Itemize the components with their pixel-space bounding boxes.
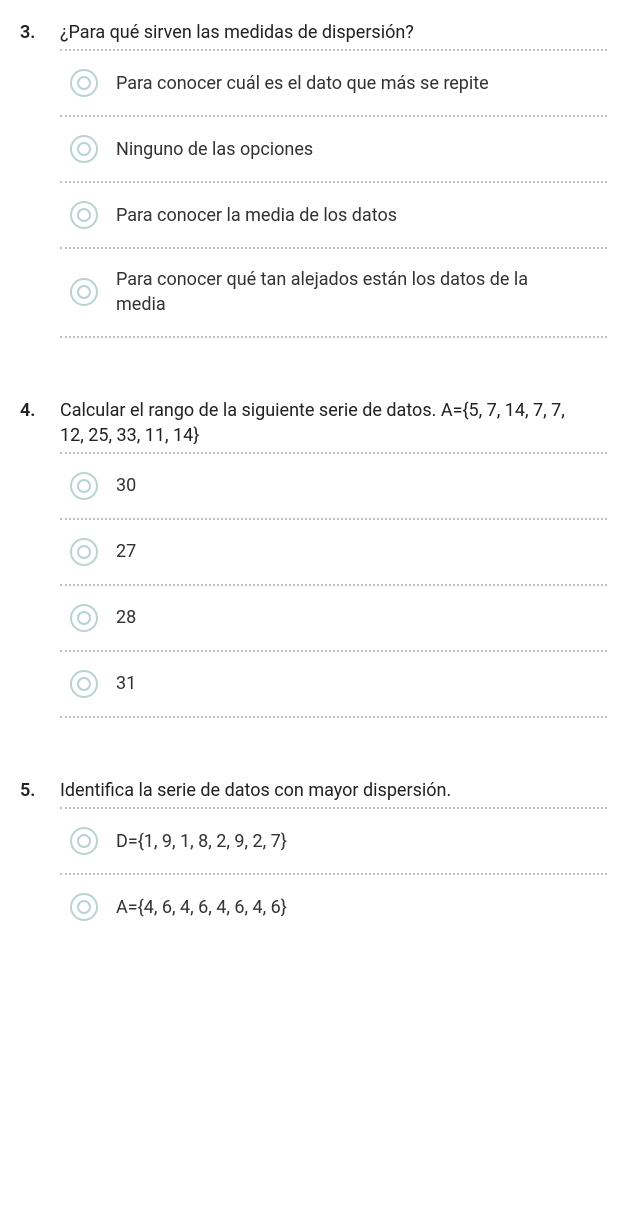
question-block: 4. Calcular el rango de la siguiente ser…: [20, 398, 607, 718]
divider: [60, 336, 607, 338]
divider: [60, 716, 607, 718]
option-label: Ninguno de las opciones: [116, 137, 607, 162]
option-label: D={1, 9, 1, 8, 2, 9, 2, 7}: [116, 829, 607, 854]
option-row[interactable]: 28: [60, 586, 607, 650]
option-label: 28: [116, 605, 607, 630]
radio-icon: [70, 472, 98, 500]
option-row[interactable]: Ninguno de las opciones: [60, 117, 607, 181]
question-number: 5.: [20, 778, 60, 803]
option-label: Para conocer cuál es el dato que más se …: [116, 71, 607, 96]
option-row[interactable]: Para conocer la media de los datos: [60, 183, 607, 247]
question-number: 4.: [20, 398, 60, 423]
option-row[interactable]: A={4, 6, 4, 6, 4, 6, 4, 6}: [60, 875, 607, 939]
options-list: Para conocer cuál es el dato que más se …: [20, 51, 607, 337]
radio-icon: [70, 893, 98, 921]
option-label: 31: [116, 671, 607, 696]
radio-icon: [70, 538, 98, 566]
question-text: Calcular el rango de la siguiente serie …: [60, 398, 607, 448]
radio-icon: [70, 201, 98, 229]
options-list: 30 27 28 31: [20, 454, 607, 718]
question-block: 3. ¿Para qué sirven las medidas de dispe…: [20, 20, 607, 338]
question-text: Identifica la serie de datos con mayor d…: [60, 778, 607, 803]
radio-icon: [70, 670, 98, 698]
option-label: Para conocer qué tan alejados están los …: [116, 267, 607, 317]
option-label: Para conocer la media de los datos: [116, 203, 607, 228]
option-row[interactable]: Para conocer cuál es el dato que más se …: [60, 51, 607, 115]
question-text: ¿Para qué sirven las medidas de dispersi…: [60, 20, 607, 45]
radio-icon: [70, 278, 98, 306]
question-header: 5. Identifica la serie de datos con mayo…: [20, 778, 607, 803]
option-row[interactable]: 30: [60, 454, 607, 518]
question-header: 4. Calcular el rango de la siguiente ser…: [20, 398, 607, 448]
options-list: D={1, 9, 1, 8, 2, 9, 2, 7} A={4, 6, 4, 6…: [20, 809, 607, 939]
option-row[interactable]: 27: [60, 520, 607, 584]
question-block: 5. Identifica la serie de datos con mayo…: [20, 778, 607, 939]
option-label: 30: [116, 473, 607, 498]
question-number: 3.: [20, 20, 60, 45]
option-row[interactable]: Para conocer qué tan alejados están los …: [60, 249, 607, 335]
radio-icon: [70, 604, 98, 632]
option-label: 27: [116, 539, 607, 564]
option-label: A={4, 6, 4, 6, 4, 6, 4, 6}: [116, 895, 607, 920]
option-row[interactable]: 31: [60, 652, 607, 716]
radio-icon: [70, 69, 98, 97]
option-row[interactable]: D={1, 9, 1, 8, 2, 9, 2, 7}: [60, 809, 607, 873]
radio-icon: [70, 827, 98, 855]
radio-icon: [70, 135, 98, 163]
question-header: 3. ¿Para qué sirven las medidas de dispe…: [20, 20, 607, 45]
